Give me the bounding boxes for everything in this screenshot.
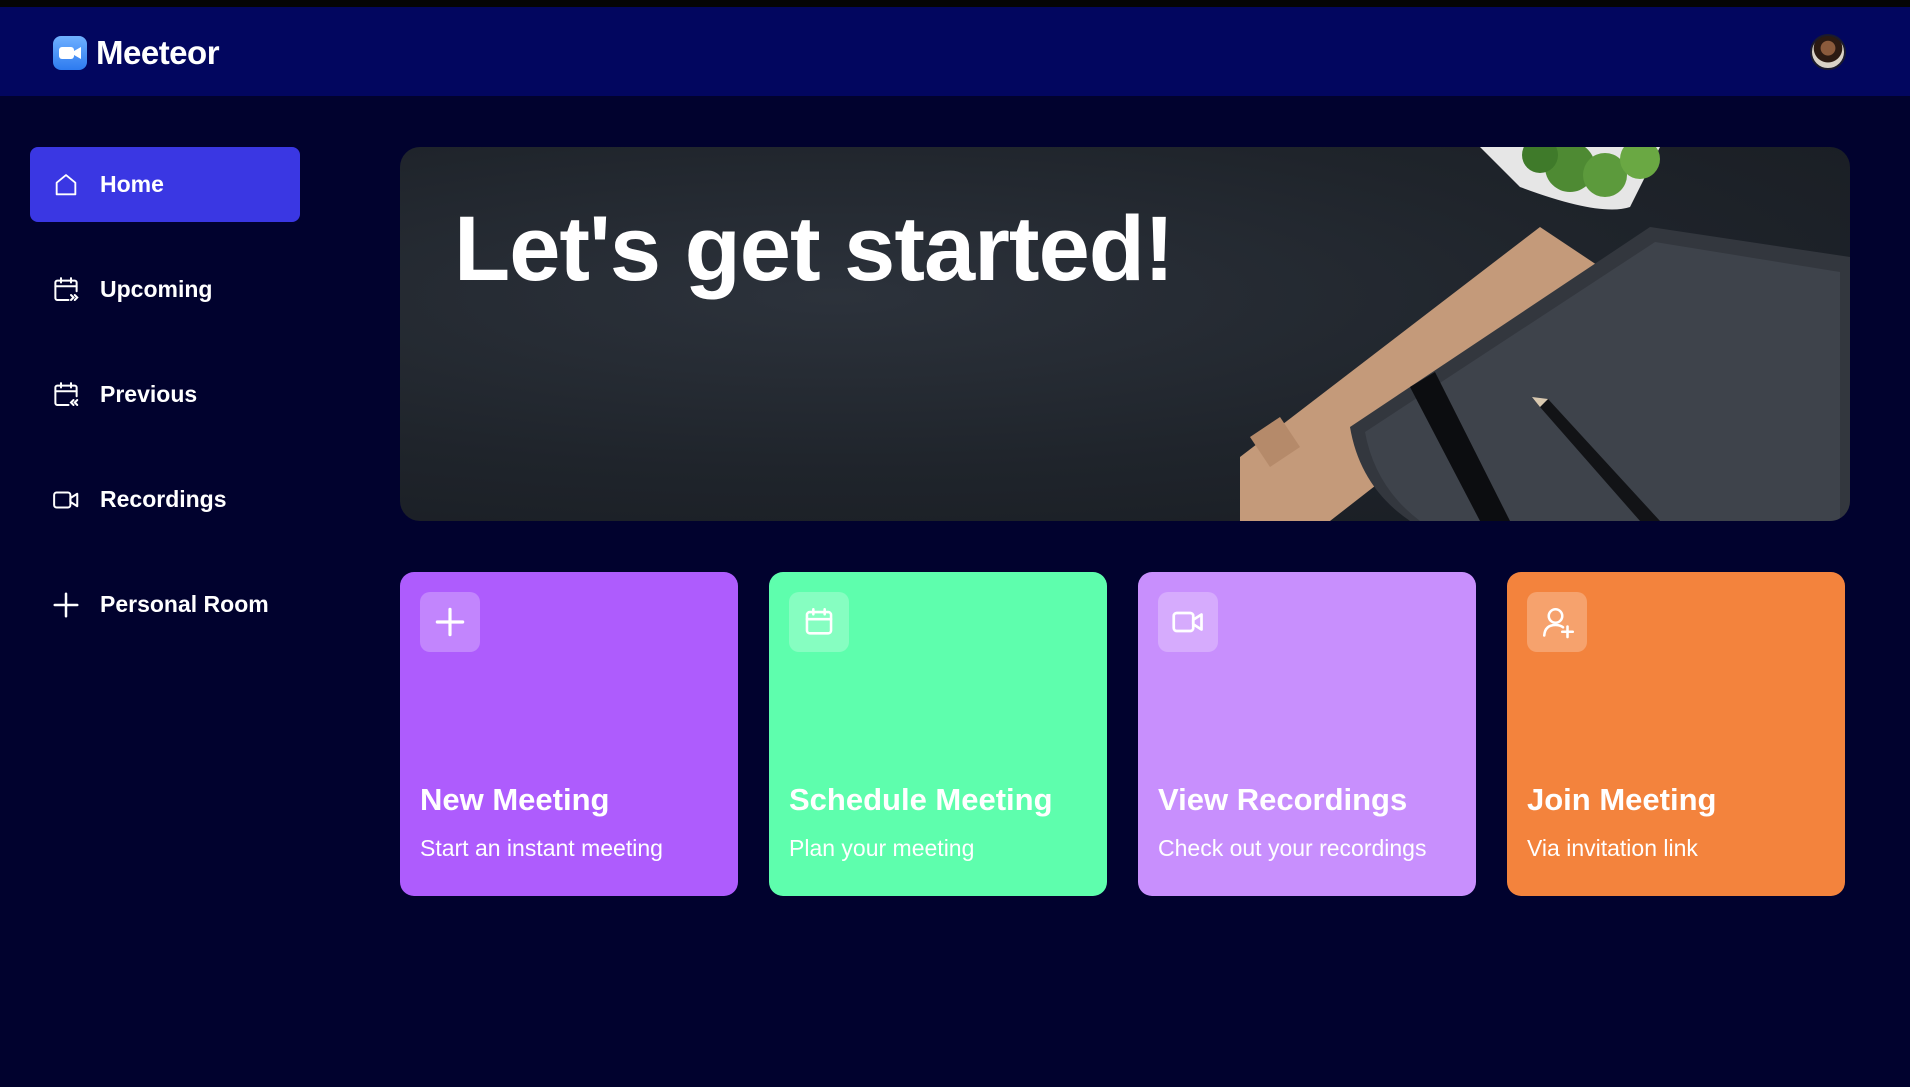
hero-title: Let's get started! [454, 198, 1175, 300]
sidebar-item-label: Upcoming [100, 276, 213, 302]
app-name: Meeteor [96, 34, 220, 71]
video-camera-logo-icon [53, 36, 87, 70]
card-subtitle: Plan your meeting [789, 835, 975, 861]
plus-icon [420, 592, 480, 652]
video-icon [1158, 592, 1218, 652]
card-subtitle: Via invitation link [1527, 835, 1698, 861]
sidebar-item-label: Home [100, 171, 164, 197]
card-title: Join Meeting [1527, 782, 1717, 817]
sidebar-item-personal-room[interactable]: Personal Room [30, 567, 300, 642]
sidebar-item-home[interactable]: Home [30, 147, 300, 222]
user-avatar[interactable] [1810, 34, 1846, 70]
action-cards: New Meeting Start an instant meeting Sch… [400, 572, 1850, 896]
top-navbar: Meeteor [0, 7, 1910, 96]
card-subtitle: Check out your recordings [1158, 835, 1427, 861]
view-recordings-card[interactable]: View Recordings Check out your recording… [1138, 572, 1476, 896]
plus-icon [50, 589, 82, 621]
schedule-meeting-card[interactable]: Schedule Meeting Plan your meeting [769, 572, 1107, 896]
calendar-upcoming-icon [50, 274, 82, 306]
card-title: New Meeting [420, 782, 610, 817]
add-user-icon [1527, 592, 1587, 652]
join-meeting-card[interactable]: Join Meeting Via invitation link [1507, 572, 1845, 896]
new-meeting-card[interactable]: New Meeting Start an instant meeting [400, 572, 738, 896]
sidebar-item-label: Recordings [100, 486, 227, 512]
home-icon [50, 169, 82, 201]
window-top-strip [0, 0, 1910, 7]
card-title: View Recordings [1158, 782, 1408, 817]
calendar-previous-icon [50, 379, 82, 411]
sidebar-item-label: Previous [100, 381, 198, 407]
calendar-icon [789, 592, 849, 652]
sidebar-item-upcoming[interactable]: Upcoming [30, 252, 300, 327]
sidebar-item-label: Personal Room [100, 591, 269, 617]
card-subtitle: Start an instant meeting [420, 835, 663, 861]
hero-banner: Let's get started! [400, 147, 1850, 521]
sidebar-item-recordings[interactable]: Recordings [30, 462, 300, 537]
card-title: Schedule Meeting [789, 782, 1053, 817]
sidebar: Home Upcoming Previous Recordings Person… [30, 147, 300, 672]
sidebar-item-previous[interactable]: Previous [30, 357, 300, 432]
video-icon [50, 484, 82, 516]
app-logo[interactable]: Meeteor [53, 34, 220, 72]
